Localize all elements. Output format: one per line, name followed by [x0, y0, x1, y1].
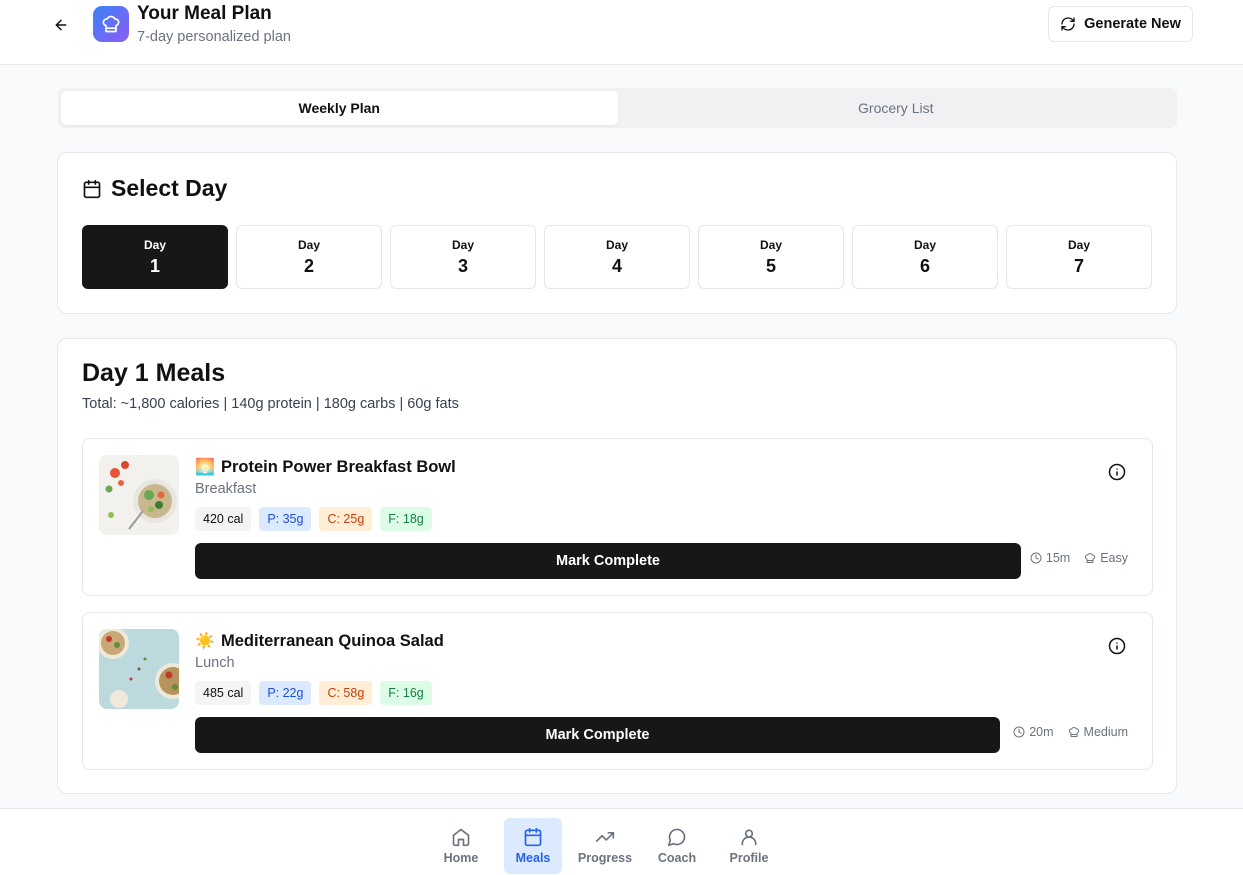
meals-total-summary: Total: ~1,800 calories | 140g protein | …	[82, 396, 459, 412]
day-number: 4	[611, 255, 622, 276]
day-number: 2	[303, 255, 314, 276]
sun-icon: ☀️	[195, 633, 215, 650]
day-label: Day	[605, 237, 628, 252]
calories-chip: 420 cal	[195, 507, 252, 531]
meal-type: Breakfast	[195, 481, 257, 497]
prep-time: 20m	[1029, 725, 1054, 739]
quinoa-salad-image	[99, 629, 179, 709]
day-button-2[interactable]: Day 2	[236, 225, 382, 289]
day-meals-card: Day 1 Meals Total: ~1,800 calories | 140…	[57, 338, 1177, 794]
day-number: 6	[919, 255, 930, 276]
meal-card: 🌅 Protein Power Breakfast Bowl Breakfast…	[82, 438, 1153, 596]
meal-meta: 20m Medium	[1013, 725, 1128, 739]
info-icon[interactable]	[1108, 463, 1126, 481]
day-number: 1	[149, 255, 160, 276]
meal-image	[99, 455, 179, 535]
back-button[interactable]	[48, 12, 74, 38]
day-selector: Day 1 Day 2 Day 3 Day 4 Day 5 Day 6 Day …	[82, 225, 1152, 289]
meal-name-text: Protein Power Breakfast Bowl	[221, 457, 456, 476]
tab-grocery-list[interactable]: Grocery List	[618, 91, 1175, 125]
select-day-heading: Select Day	[82, 175, 227, 202]
calendar-icon	[83, 179, 101, 198]
clock-icon	[1030, 552, 1042, 564]
day-button-6[interactable]: Day 6	[852, 225, 998, 289]
meal-card: ☀️ Mediterranean Quinoa Salad Lunch 485 …	[82, 612, 1153, 770]
day-number: 7	[1073, 255, 1084, 276]
carbs-chip: C: 25g	[319, 507, 373, 531]
day-label: Day	[913, 237, 936, 252]
day-label: Day	[759, 237, 782, 252]
nav-label: Profile	[729, 851, 769, 865]
chef-hat-icon	[102, 15, 120, 33]
day-label: Day	[451, 237, 474, 252]
arrow-left-icon	[55, 19, 67, 31]
macro-chips: 485 cal P: 22g C: 58g F: 16g	[195, 681, 432, 705]
app-logo	[93, 6, 129, 42]
tab-weekly-plan[interactable]: Weekly Plan	[61, 91, 618, 125]
page-title: Your Meal Plan	[137, 3, 272, 24]
nav-label: Coach	[657, 851, 697, 865]
chef-hat-icon	[1085, 553, 1096, 563]
nav-label: Progress	[577, 851, 633, 865]
day-button-4[interactable]: Day 4	[544, 225, 690, 289]
calendar-icon	[524, 827, 542, 847]
meal-image	[99, 629, 179, 709]
bottom-navigation: Home Meals Progress Coach Profile	[0, 808, 1243, 875]
meal-name: 🌅 Protein Power Breakfast Bowl	[195, 457, 456, 477]
meal-type: Lunch	[195, 655, 235, 671]
select-day-title: Select Day	[111, 175, 228, 201]
mark-complete-button[interactable]: Mark Complete	[195, 717, 1000, 753]
chef-hat-icon	[1068, 727, 1079, 737]
page-subtitle: 7-day personalized plan	[137, 29, 291, 45]
home-icon	[452, 828, 470, 847]
calories-chip: 485 cal	[195, 681, 252, 705]
carbs-chip: C: 58g	[319, 681, 373, 705]
refresh-icon	[1061, 17, 1075, 31]
day-label: Day	[1067, 237, 1090, 252]
meal-name-text: Mediterranean Quinoa Salad	[221, 631, 444, 650]
prep-time: 15m	[1045, 551, 1071, 565]
meal-meta: 15m Easy	[1030, 551, 1128, 565]
nav-item-coach[interactable]: Coach	[648, 818, 706, 874]
difficulty: Medium	[1083, 725, 1128, 739]
macro-chips: 420 cal P: 35g C: 25g F: 18g	[195, 507, 432, 531]
protein-chip: P: 22g	[259, 681, 312, 705]
day-number: 3	[457, 255, 468, 276]
day-button-5[interactable]: Day 5	[698, 225, 844, 289]
day-number: 5	[765, 255, 776, 276]
clock-icon	[1013, 726, 1025, 738]
mark-complete-button[interactable]: Mark Complete	[195, 543, 1021, 579]
view-tabs: Weekly Plan Grocery List	[58, 88, 1177, 128]
user-icon	[741, 829, 757, 846]
nav-item-meals[interactable]: Meals	[504, 818, 562, 874]
day-label: Day	[297, 237, 320, 252]
chat-bubble-icon	[667, 828, 686, 847]
day-label: Day	[143, 237, 166, 252]
day-button-7[interactable]: Day 7	[1006, 225, 1152, 289]
fats-chip: F: 18g	[380, 507, 432, 531]
nav-item-home[interactable]: Home	[432, 818, 490, 874]
trending-up-icon	[595, 832, 615, 842]
app-header: Your Meal Plan 7-day personalized plan G…	[0, 0, 1243, 65]
day-button-1[interactable]: Day 1	[82, 225, 228, 289]
meal-name: ☀️ Mediterranean Quinoa Salad	[195, 631, 444, 651]
select-day-card: Select Day Day 1 Day 2 Day 3 Day 4 Day 5…	[57, 152, 1177, 314]
generate-new-label: Generate New	[1084, 16, 1181, 32]
info-icon[interactable]	[1108, 637, 1126, 655]
nav-item-profile[interactable]: Profile	[720, 818, 778, 874]
nav-label: Home	[443, 851, 479, 865]
meals-title: Day 1 Meals	[82, 359, 226, 387]
generate-new-button[interactable]: Generate New	[1048, 6, 1193, 42]
nav-item-progress[interactable]: Progress	[576, 818, 634, 874]
protein-chip: P: 35g	[259, 507, 312, 531]
breakfast-bowl-image	[99, 455, 179, 535]
sunrise-icon: 🌅	[195, 459, 215, 476]
day-button-3[interactable]: Day 3	[390, 225, 536, 289]
nav-label: Meals	[515, 851, 551, 865]
fats-chip: F: 16g	[380, 681, 432, 705]
difficulty: Easy	[1100, 551, 1128, 565]
